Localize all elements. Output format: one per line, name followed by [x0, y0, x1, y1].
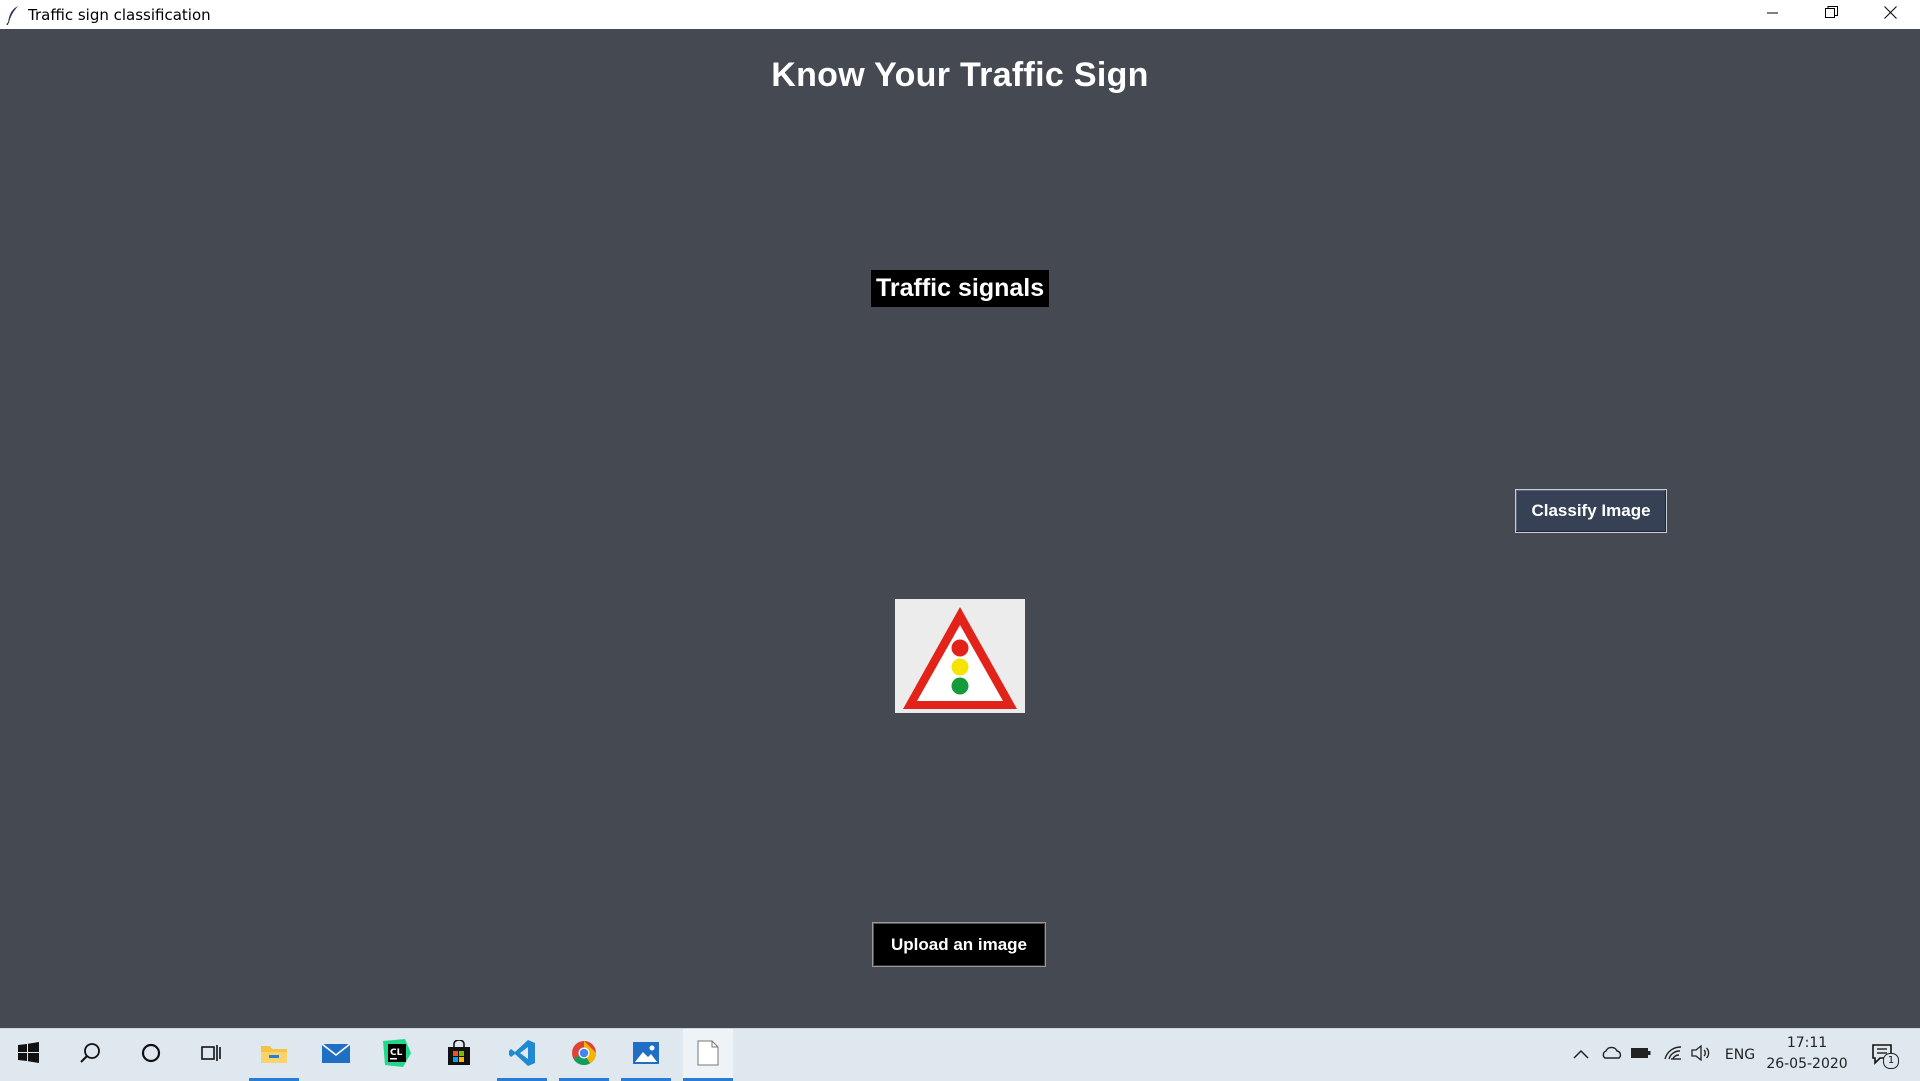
onedrive-icon	[1601, 1046, 1623, 1065]
start-button[interactable]	[4, 1029, 54, 1081]
taskbar-search[interactable]	[65, 1029, 115, 1081]
upload-image-button[interactable]: Upload an image	[872, 922, 1046, 967]
store-icon	[446, 1038, 472, 1071]
chrome-icon	[571, 1040, 597, 1071]
feather-icon	[6, 5, 22, 25]
chevron-up-icon	[1573, 1046, 1589, 1064]
file-explorer-icon	[260, 1041, 288, 1070]
page-heading: Know Your Traffic Sign	[771, 56, 1149, 94]
battery-icon	[1630, 1046, 1652, 1064]
restore-button[interactable]	[1802, 0, 1861, 29]
svg-text:CL: CL	[390, 1048, 403, 1058]
taskbar-photos[interactable]	[621, 1029, 671, 1081]
clock-date: 26-05-2020	[1766, 1056, 1848, 1072]
classification-result-label: Traffic signals	[871, 270, 1050, 307]
minimize-icon	[1766, 6, 1779, 24]
language-indicator: ENG	[1724, 1047, 1756, 1063]
restore-icon	[1825, 5, 1838, 24]
taskbar-store[interactable]	[434, 1029, 484, 1081]
window-title: Traffic sign classification	[28, 5, 211, 24]
taskbar-mail[interactable]	[311, 1029, 361, 1081]
taskbar-vscode[interactable]	[497, 1029, 547, 1081]
search-icon	[79, 1042, 101, 1069]
taskbar: CL ENG 17:11 26-05-2020 1	[0, 1028, 1920, 1081]
tray-overflow[interactable]	[1569, 1029, 1593, 1081]
tray-wifi[interactable]	[1660, 1029, 1686, 1081]
window-titlebar[interactable]: Traffic sign classification	[0, 0, 1920, 29]
minimize-button[interactable]	[1743, 0, 1802, 29]
clion-icon: CL	[383, 1038, 411, 1072]
taskbar-cortana[interactable]	[126, 1029, 176, 1081]
task-view-icon	[199, 1042, 223, 1069]
notifications-icon: 1	[1871, 1043, 1899, 1069]
notification-count-badge: 1	[1883, 1053, 1899, 1069]
taskbar-file-explorer[interactable]	[249, 1029, 299, 1081]
notepad-icon	[697, 1040, 719, 1071]
taskbar-clion[interactable]: CL	[372, 1029, 422, 1081]
traffic-signals-warning-sign-icon	[903, 607, 1017, 709]
tray-volume[interactable]	[1688, 1029, 1714, 1081]
windows-start-icon	[18, 1041, 40, 1069]
cortana-icon	[140, 1042, 162, 1069]
action-center-button[interactable]: 1	[1866, 1029, 1902, 1081]
volume-icon	[1691, 1044, 1711, 1066]
wifi-icon	[1663, 1045, 1683, 1066]
photos-icon	[632, 1040, 660, 1071]
window-controls	[1743, 0, 1920, 29]
mail-icon	[321, 1042, 351, 1069]
classify-image-button[interactable]: Classify Image	[1515, 489, 1667, 533]
vscode-icon	[508, 1039, 536, 1072]
taskbar-chrome[interactable]	[559, 1029, 609, 1081]
close-icon	[1884, 5, 1897, 24]
taskbar-clock[interactable]: 17:11 26-05-2020	[1762, 1033, 1852, 1075]
tray-onedrive[interactable]	[1599, 1029, 1625, 1081]
tray-battery[interactable]	[1628, 1029, 1654, 1081]
tray-language[interactable]: ENG	[1720, 1029, 1760, 1081]
taskbar-notepad[interactable]	[683, 1029, 733, 1081]
clock-time: 17:11	[1786, 1035, 1828, 1051]
taskbar-task-view[interactable]	[186, 1029, 236, 1081]
uploaded-sign-image	[895, 599, 1025, 713]
close-button[interactable]	[1861, 0, 1920, 29]
app-canvas: Know Your Traffic Sign Traffic signals C…	[0, 29, 1920, 1028]
